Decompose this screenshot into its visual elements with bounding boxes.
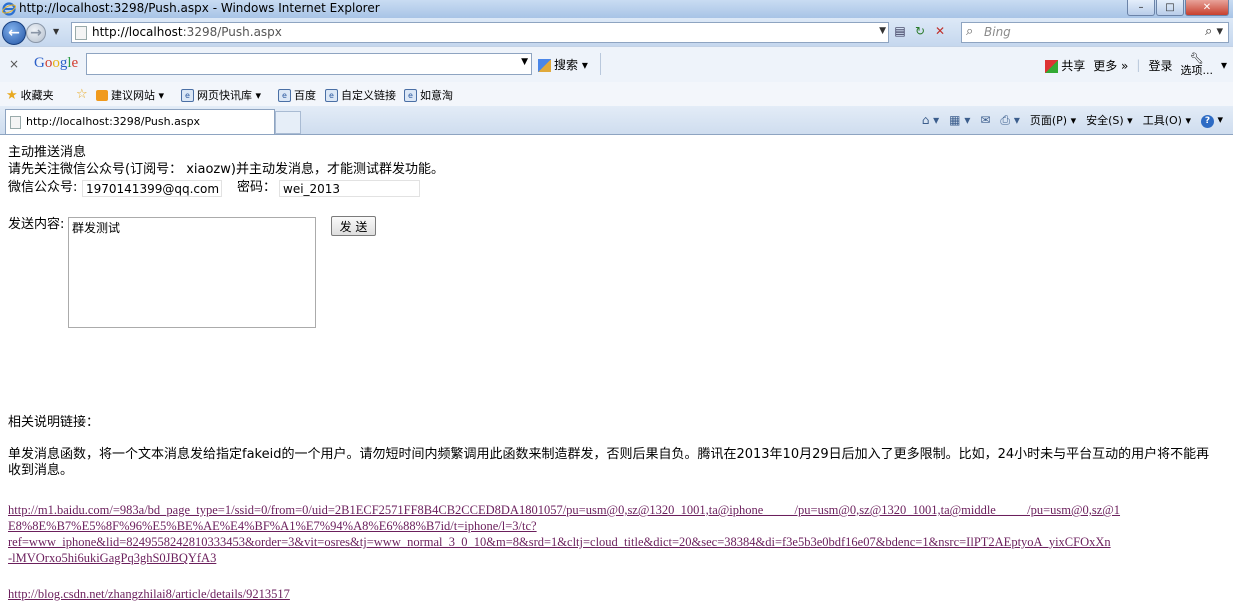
page-title: 主动推送消息 [8, 145, 87, 160]
page-icon [75, 26, 87, 40]
description-text: 单发消息函数，将一个文本消息发给指定fakeid的一个用户。请勿短时间内频繁调用… [8, 447, 1210, 478]
help-icon: ? [1200, 114, 1214, 128]
content-label: 发送内容: [8, 217, 65, 232]
command-bar: ⌂ ▾ ▦ ▾ ✉ ⎙ ▾ 页面(P) ▾ 安全(S) ▾ 工具(O) ▾ ? … [922, 112, 1223, 128]
google-toolbar-right: 共享 更多 » | 登录 🔧︎ 选项... ▾ [1045, 53, 1227, 77]
fav-item-custom-links[interactable]: e 自定义链接 [325, 87, 396, 103]
help-menu[interactable]: ? ▾ [1200, 113, 1223, 128]
ie-page-icon: e [325, 88, 338, 102]
url-dropdown-icon[interactable]: ▼ [879, 26, 886, 36]
password-input[interactable]: wei_2013 [279, 180, 420, 197]
title-bar: http://localhost:3298/Push.aspx - Window… [0, 0, 1233, 19]
account-label: 微信公众号: [8, 180, 78, 195]
baidu-link-line[interactable]: -lMVOrxo5hi6ukiGagPq3ghS0JBQYfA3 [8, 550, 216, 566]
window-controls: – □ ✕ [1127, 0, 1229, 16]
ie-logo-icon [2, 2, 16, 16]
mail-icon[interactable]: ✉ [980, 113, 990, 127]
toolbar-divider [600, 53, 601, 75]
favorites-bar: ★ 收藏夹 ☆ 建议网站 ▾ e 网页快讯库 ▾ e 百度 e 自定义链接 e 如意淘 [0, 82, 1233, 107]
safety-menu[interactable]: 安全(S) ▾ [1086, 112, 1133, 128]
google-search-input[interactable]: ▼ [86, 53, 532, 75]
links-heading: 相关说明链接： [8, 415, 100, 430]
toolbar-close-icon[interactable]: × [9, 57, 19, 71]
login-button[interactable]: 登录 [1148, 57, 1172, 74]
page-menu[interactable]: 页面(P) ▾ [1030, 112, 1076, 128]
back-button[interactable]: ← [2, 21, 26, 45]
message-textarea[interactable]: 群发测试 [68, 217, 316, 328]
bing-search-input[interactable]: ⌕ Bing ⌕ ▾ [961, 22, 1229, 43]
forward-button[interactable]: → [26, 23, 46, 43]
google-search-button[interactable]: 搜索 ▾ [538, 56, 588, 73]
add-favorite-icon[interactable]: ☆ [76, 87, 88, 102]
instruction-text: 请先关注微信公众号(订阅号： xiaozw)并主动发消息，才能测试群发功能。 [8, 162, 444, 177]
csdn-link[interactable]: http://blog.csdn.net/zhangzhilai8/articl… [8, 586, 290, 602]
options-dropdown-icon[interactable]: ▾ [1221, 58, 1227, 72]
suggested-sites-icon [96, 89, 108, 101]
search-icon: ⌕ [966, 24, 974, 39]
tab-title: http://localhost:3298/Push.aspx [26, 115, 201, 128]
history-dropdown-icon[interactable]: ▼ [53, 27, 59, 36]
tab-push[interactable]: http://localhost:3298/Push.aspx [5, 109, 275, 134]
bing-search-placeholder: Bing [984, 25, 1011, 39]
tools-menu[interactable]: 工具(O) ▾ [1143, 112, 1191, 128]
feeds-icon[interactable]: ▦ ▾ [949, 113, 970, 127]
google-search-label: 搜索 [554, 58, 579, 72]
baidu-link-line[interactable]: http://m1.baidu.com/=983a/bd_page_type=1… [8, 502, 1120, 518]
compatibility-icon[interactable]: ▤ [892, 23, 908, 39]
tab-bar: http://localhost:3298/Push.aspx ⌂ ▾ ▦ ▾ … [0, 106, 1233, 135]
search-go-icon[interactable]: ⌕ ▾ [1205, 24, 1223, 39]
baidu-link-line[interactable]: E8%8E%B7%E5%8F%96%E5%BE%AE%E4%BF%A1%E7%9… [8, 518, 537, 534]
stop-icon[interactable]: ✕ [932, 23, 948, 39]
ie-page-icon: e [181, 88, 194, 102]
minimize-button[interactable]: – [1127, 0, 1155, 16]
refresh-icon[interactable]: ↻ [912, 23, 928, 39]
google-search-icon [538, 59, 551, 72]
baidu-link-line[interactable]: ref=www_iphone&lid=8249558242810333453&o… [8, 534, 1111, 550]
star-icon: ★ [6, 87, 18, 103]
share-icon [1045, 59, 1059, 73]
url-path: :3298/Push.aspx [182, 25, 282, 39]
print-icon[interactable]: ⎙ ▾ [1000, 113, 1019, 128]
fav-item-web-slice[interactable]: e 网页快讯库 ▾ [181, 87, 261, 103]
fav-item-ruyitao[interactable]: e 如意淘 [404, 87, 453, 103]
share-button[interactable]: 共享 [1045, 57, 1085, 74]
google-search-dropdown-icon[interactable]: ▼ [521, 57, 528, 67]
send-button[interactable]: 发 送 [331, 216, 376, 236]
fav-item-suggested-sites[interactable]: 建议网站 ▾ [96, 87, 164, 103]
new-tab-button[interactable] [275, 111, 301, 134]
url-input[interactable]: http://localhost:3298/Push.aspx ▼ [71, 22, 889, 43]
home-icon[interactable]: ⌂ ▾ [922, 113, 939, 127]
url-tools: ▤ ↻ ✕ [892, 23, 948, 39]
favorites-button[interactable]: ★ 收藏夹 [6, 87, 54, 103]
address-bar: ← → ▼ http://localhost:3298/Push.aspx ▼ … [0, 18, 1233, 46]
window-title: http://localhost:3298/Push.aspx - Window… [19, 1, 380, 15]
ie-page-icon: e [278, 88, 291, 102]
account-input[interactable]: 1970141399@qq.com [82, 180, 222, 197]
google-toolbar: × Google ▼ 搜索 ▾ 共享 更多 » | 登录 🔧︎ 选项... ▾ [0, 46, 1233, 83]
more-button[interactable]: 更多 » [1093, 57, 1128, 74]
fav-item-baidu[interactable]: e 百度 [278, 87, 316, 103]
url-host: http://localhost [92, 25, 183, 39]
page-content: 主动推送消息 请先关注微信公众号(订阅号： xiaozw)并主动发消息，才能测试… [0, 135, 1233, 602]
page-icon [10, 116, 21, 129]
maximize-button[interactable]: □ [1156, 0, 1184, 16]
ie-page-icon: e [404, 88, 417, 102]
close-button[interactable]: ✕ [1185, 0, 1229, 16]
password-label: 密码： [237, 180, 277, 195]
google-logo: Google [34, 55, 79, 71]
options-button[interactable]: 🔧︎ 选项... [1180, 53, 1213, 77]
